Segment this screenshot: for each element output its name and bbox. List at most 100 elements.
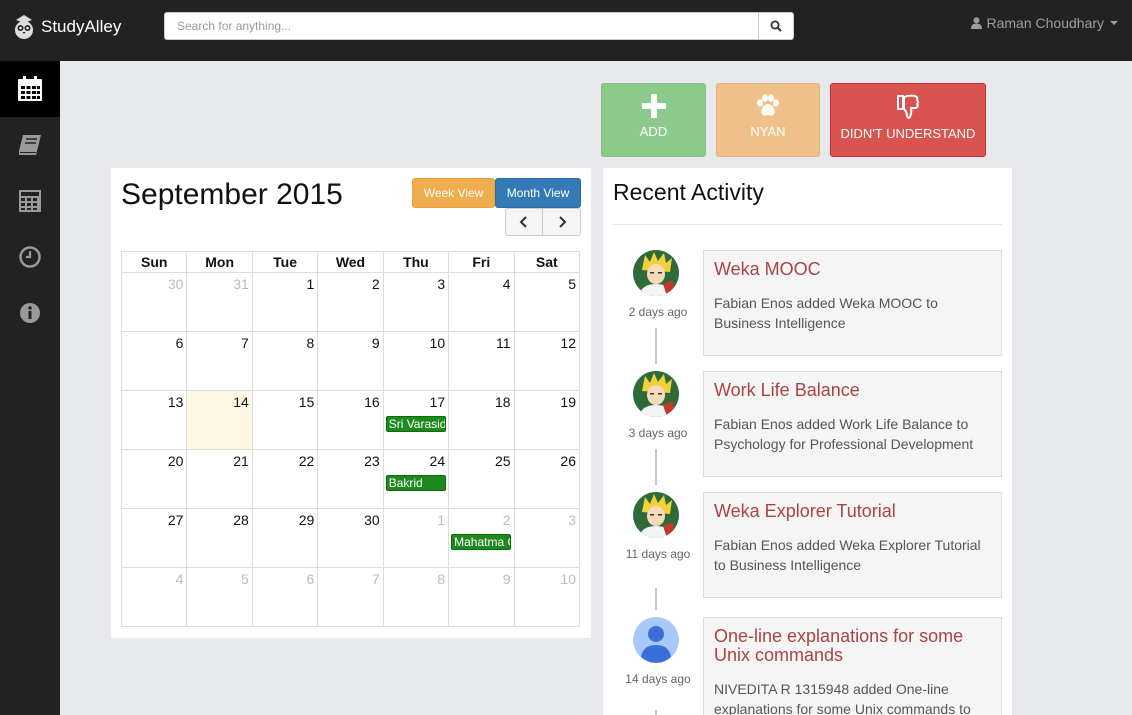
calendar-day[interactable]: 26 <box>513 449 581 509</box>
owl-logo-icon <box>15 15 33 39</box>
user-avatar <box>633 250 679 296</box>
calendar-day[interactable]: 12 <box>513 331 581 391</box>
activity-title-link[interactable]: One-line explanations for some Unix comm… <box>714 627 991 665</box>
nyan-label: NYAN <box>750 124 786 139</box>
calendar-day[interactable]: 3 <box>513 508 581 568</box>
search-input[interactable] <box>164 12 758 40</box>
activity-title-link[interactable]: Weka MOOC <box>714 260 991 279</box>
calendar-event[interactable]: Sri Varasidhi Vinayaka Vratham <box>385 416 446 432</box>
day-number: 27 <box>167 512 184 528</box>
day-number: 8 <box>306 335 315 351</box>
calendar-day[interactable]: 5 <box>513 272 581 332</box>
calendar-day[interactable]: 7 <box>317 567 384 627</box>
calendar-day[interactable]: 27 <box>120 508 188 568</box>
calendar-day-today[interactable]: 14 <box>186 390 253 450</box>
calendar-day[interactable]: 24 Bakrid <box>382 449 450 509</box>
calendar-day[interactable]: 3 <box>382 272 450 332</box>
calendar-day[interactable]: 9 <box>317 331 384 391</box>
calendar-day[interactable]: 19 <box>513 390 581 450</box>
activity-time: 2 days ago <box>628 305 688 319</box>
calendar-day[interactable]: 7 <box>186 331 253 391</box>
top-navbar: StudyAlley Raman Choudhary <box>0 0 1132 61</box>
add-button[interactable]: ADD <box>601 83 706 157</box>
calendar-day[interactable]: 1 <box>382 508 450 568</box>
day-number: 7 <box>241 335 249 351</box>
calendar-day[interactable]: 13 <box>120 390 188 450</box>
calendar-day[interactable]: 5 <box>186 567 253 627</box>
calendar-day[interactable]: 8 <box>251 331 319 391</box>
day-number: 31 <box>233 276 249 292</box>
day-number: 5 <box>241 571 249 587</box>
next-month-button[interactable] <box>543 208 581 236</box>
calendar-day[interactable]: 9 <box>448 567 515 627</box>
calendar-day[interactable]: 21 <box>186 449 253 509</box>
prev-month-button[interactable] <box>505 208 543 236</box>
day-number: 1 <box>437 512 446 528</box>
calendar-day[interactable]: 6 <box>120 331 188 391</box>
calendar-day[interactable]: 23 <box>317 449 384 509</box>
calendar-day[interactable]: 2 <box>317 272 384 332</box>
day-number: 22 <box>298 453 315 469</box>
day-number: 10 <box>560 571 576 587</box>
user-menu-dropdown[interactable]: Raman Choudhary <box>971 15 1118 31</box>
calendar-day[interactable]: 10 <box>382 331 450 391</box>
didnt-understand-button[interactable]: DIDN'T UNDERSTAND <box>830 83 986 157</box>
weekday-header: Thu <box>382 251 450 273</box>
weekday-header: Fri <box>448 251 515 273</box>
calendar-day[interactable]: 2 Mahatma Gandhi Jayanti <box>448 508 515 568</box>
divider <box>613 224 1002 225</box>
day-number: 6 <box>175 335 184 351</box>
calendar-day[interactable]: 31 <box>186 272 253 332</box>
calendar-title: September 2015 <box>121 178 343 211</box>
sidebar-item-books[interactable] <box>0 117 60 173</box>
clock-icon <box>19 246 41 268</box>
calendar-grid: Sun Mon Tue Wed Thu Fri Sat 30 31 1 2 3 4 5 6 7 8 9 10 11 1… <box>120 251 581 627</box>
calendar-day[interactable]: 17 Sri Varasidhi Vinayaka Vratham <box>382 390 450 450</box>
calendar-day[interactable]: 15 <box>251 390 319 450</box>
week-view-button[interactable]: Week View <box>412 178 495 208</box>
sidebar-item-history[interactable] <box>0 229 60 285</box>
calendar-day[interactable]: 30 <box>120 272 188 332</box>
day-number: 5 <box>568 276 576 292</box>
sidebar-item-calculator[interactable] <box>0 173 60 229</box>
calendar-day[interactable]: 4 <box>448 272 515 332</box>
calendar-day[interactable]: 25 <box>448 449 515 509</box>
sidebar-item-info[interactable] <box>0 285 60 341</box>
sidebar-item-calendar[interactable] <box>0 61 60 117</box>
search-button[interactable] <box>758 12 794 40</box>
plus-icon <box>641 94 666 118</box>
brand-link[interactable]: StudyAlley <box>13 12 121 42</box>
recent-activity-panel: Recent Activity 2 days ago Weka MOOC Fabia… <box>603 168 1012 715</box>
calendar-day[interactable]: 28 <box>186 508 253 568</box>
didnt-understand-label: DIDN'T UNDERSTAND <box>840 126 976 141</box>
activity-card: Work Life Balance Fabian Enos added Work … <box>703 371 1002 477</box>
activity-card: Weka Explorer Tutorial Fabian Enos added … <box>703 492 1002 598</box>
calendar-event[interactable]: Mahatma Gandhi Jayanti <box>451 534 512 550</box>
calendar-day[interactable]: 30 <box>317 508 384 568</box>
day-number: 26 <box>560 453 576 469</box>
calendar-day[interactable]: 18 <box>448 390 515 450</box>
day-number: 10 <box>429 335 446 351</box>
calendar-day[interactable]: 10 <box>513 567 581 627</box>
month-view-button[interactable]: Month View <box>495 178 581 208</box>
recent-activity-title: Recent Activity <box>613 179 764 205</box>
calendar-day[interactable]: 4 <box>120 567 188 627</box>
activity-title-link[interactable]: Weka Explorer Tutorial <box>714 502 991 521</box>
calendar-day[interactable]: 29 <box>251 508 319 568</box>
day-number: 12 <box>560 335 576 351</box>
chevron-right-icon <box>558 216 566 228</box>
calendar-day[interactable]: 22 <box>251 449 319 509</box>
weekday-header: Wed <box>317 251 384 273</box>
day-number: 9 <box>371 335 380 351</box>
weekday-header: Tue <box>251 251 319 273</box>
calendar-day[interactable]: 6 <box>251 567 319 627</box>
calendar-day[interactable]: 16 <box>317 390 384 450</box>
calendar-day[interactable]: 8 <box>382 567 450 627</box>
day-number: 6 <box>306 571 315 587</box>
calendar-day[interactable]: 11 <box>448 331 515 391</box>
calendar-day[interactable]: 20 <box>120 449 188 509</box>
nyan-button[interactable]: NYAN <box>716 83 820 157</box>
activity-title-link[interactable]: Work Life Balance <box>714 381 991 400</box>
calendar-event[interactable]: Bakrid <box>385 475 446 491</box>
calendar-day[interactable]: 1 <box>251 272 319 332</box>
